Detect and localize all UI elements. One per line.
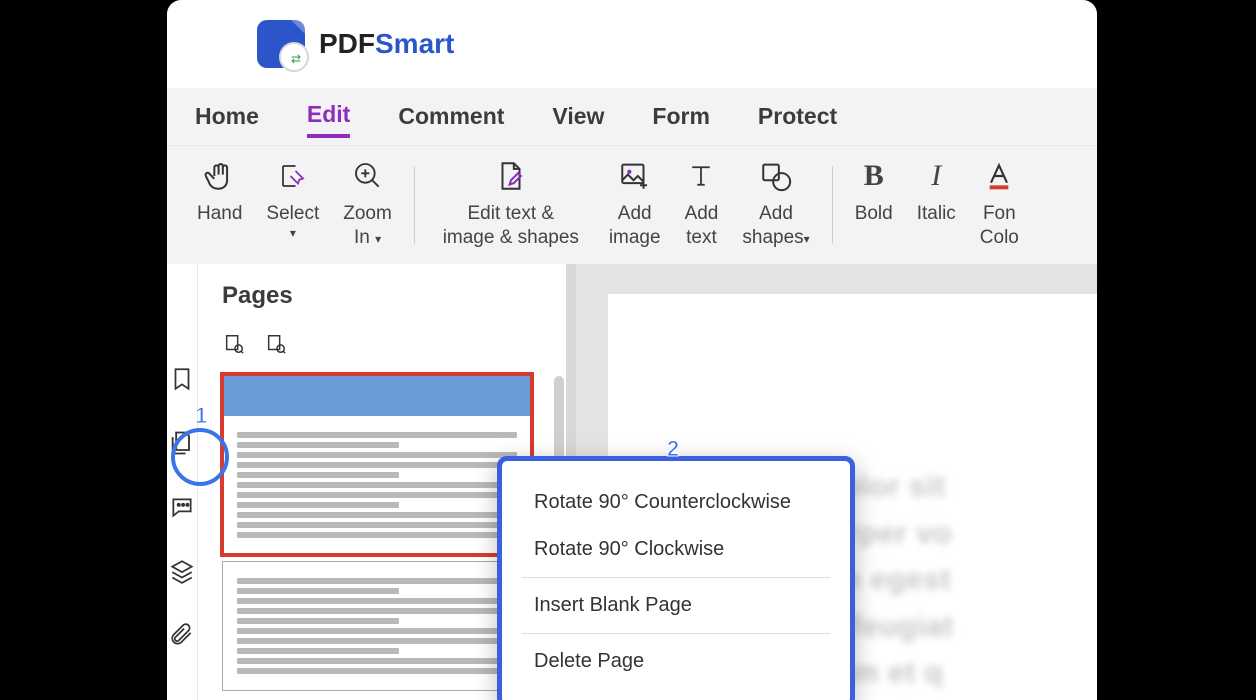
app-logo-icon: ⇄ — [257, 20, 305, 68]
logo-suffix: Smart — [375, 28, 454, 59]
menu-rotate-ccw[interactable]: Rotate 90° Counterclockwise — [502, 479, 850, 526]
page-edit-icon — [494, 154, 528, 198]
addshapes-label-1: Add — [759, 202, 793, 226]
layers-icon — [169, 558, 195, 584]
tab-edit[interactable]: Edit — [307, 95, 350, 138]
tab-home[interactable]: Home — [195, 97, 259, 136]
italic-label: Italic — [917, 202, 956, 226]
menu-delete-page[interactable]: Delete Page — [502, 638, 850, 685]
logo-prefix: PDF — [319, 28, 375, 59]
zoom-label-1: Zoom — [343, 202, 392, 226]
edit-content-tool[interactable]: Edit text & image & shapes — [425, 150, 597, 260]
italic-tool[interactable]: I Italic — [905, 150, 968, 260]
chat-icon — [169, 494, 195, 520]
hand-label: Hand — [197, 202, 242, 226]
bold-tool[interactable]: B Bold — [843, 150, 905, 260]
bold-label: Bold — [855, 202, 893, 226]
paperclip-icon — [169, 622, 195, 648]
menu-separator — [522, 633, 830, 634]
zoom-in-tool[interactable]: Zoom In ▾ — [331, 150, 404, 260]
edit-label-2: image & shapes — [443, 226, 579, 250]
layers-button[interactable] — [167, 556, 197, 586]
menu-insert-blank[interactable]: Insert Blank Page — [502, 582, 850, 629]
pages-panel-title: Pages — [222, 282, 542, 310]
addimage-label-2: image — [609, 226, 661, 250]
edit-label-1: Edit text & — [468, 202, 555, 226]
hint-number-2: 2 — [667, 436, 679, 462]
fontcolor-label-2: Colo — [980, 226, 1019, 250]
page-thumbnails — [222, 374, 542, 691]
tab-comment[interactable]: Comment — [398, 97, 504, 136]
cursor-icon — [278, 154, 308, 198]
bookmarks-button[interactable] — [167, 364, 197, 394]
bold-icon: B — [864, 154, 884, 198]
zoom-label-2: In — [354, 227, 370, 248]
logo-bar: ⇄ PDFSmart — [167, 0, 1097, 88]
shapes-icon — [759, 154, 793, 198]
main-tabs: Home Edit Comment View Form Protect — [167, 88, 1097, 146]
fontcolor-label-1: Fon — [983, 202, 1016, 226]
select-label: Select — [266, 202, 319, 226]
font-color-icon — [983, 154, 1015, 198]
page-context-menu: Rotate 90° Counterclockwise Rotate 90° C… — [497, 456, 855, 700]
page-fit-icon — [223, 333, 245, 355]
app-logo-text: PDFSmart — [319, 28, 454, 60]
image-add-icon — [618, 154, 652, 198]
fit-width-button[interactable] — [264, 332, 288, 356]
menu-rotate-cw[interactable]: Rotate 90° Clockwise — [502, 526, 850, 573]
italic-icon: I — [931, 154, 941, 198]
bookmark-icon — [169, 366, 195, 392]
add-shapes-tool[interactable]: Add shapes▾ — [730, 150, 821, 260]
tab-form[interactable]: Form — [652, 97, 710, 136]
tab-protect[interactable]: Protect — [758, 97, 837, 136]
add-text-tool[interactable]: Add text — [673, 150, 731, 260]
addtext-label-1: Add — [685, 202, 719, 226]
fit-page-button[interactable] — [222, 332, 246, 356]
page-fit-alt-icon — [265, 333, 287, 355]
addshapes-label-2: shapes — [742, 227, 803, 248]
app-window: ⇄ PDFSmart Home Edit Comment View Form P… — [167, 0, 1097, 700]
text-icon — [686, 154, 716, 198]
menu-separator — [522, 577, 830, 578]
tab-view[interactable]: View — [552, 97, 604, 136]
attachments-button[interactable] — [167, 620, 197, 650]
addtext-label-2: text — [686, 226, 717, 250]
chevron-down-icon: ▾ — [804, 232, 810, 246]
comments-button[interactable] — [167, 492, 197, 522]
chevron-down-icon: ▾ — [375, 232, 381, 246]
hand-icon — [203, 154, 237, 198]
font-color-tool[interactable]: Fon Colo — [968, 150, 1031, 260]
page-thumbnail-1[interactable] — [222, 374, 532, 555]
hint-number-1: 1 — [195, 403, 207, 429]
addimage-label-1: Add — [618, 202, 652, 226]
page-thumbnail-2[interactable] — [222, 561, 532, 691]
toolbar-separator — [414, 166, 415, 244]
add-image-tool[interactable]: Add image — [597, 150, 673, 260]
hint-circle-1 — [171, 428, 229, 486]
toolbar-separator — [832, 166, 833, 244]
chevron-down-icon: ▾ — [290, 226, 296, 241]
edit-toolbar: Hand Select ▾ Zoom In ▾ Edit text & imag… — [167, 146, 1097, 264]
select-tool[interactable]: Select ▾ — [254, 150, 331, 260]
hand-tool[interactable]: Hand — [185, 150, 254, 260]
zoom-in-icon — [352, 154, 384, 198]
